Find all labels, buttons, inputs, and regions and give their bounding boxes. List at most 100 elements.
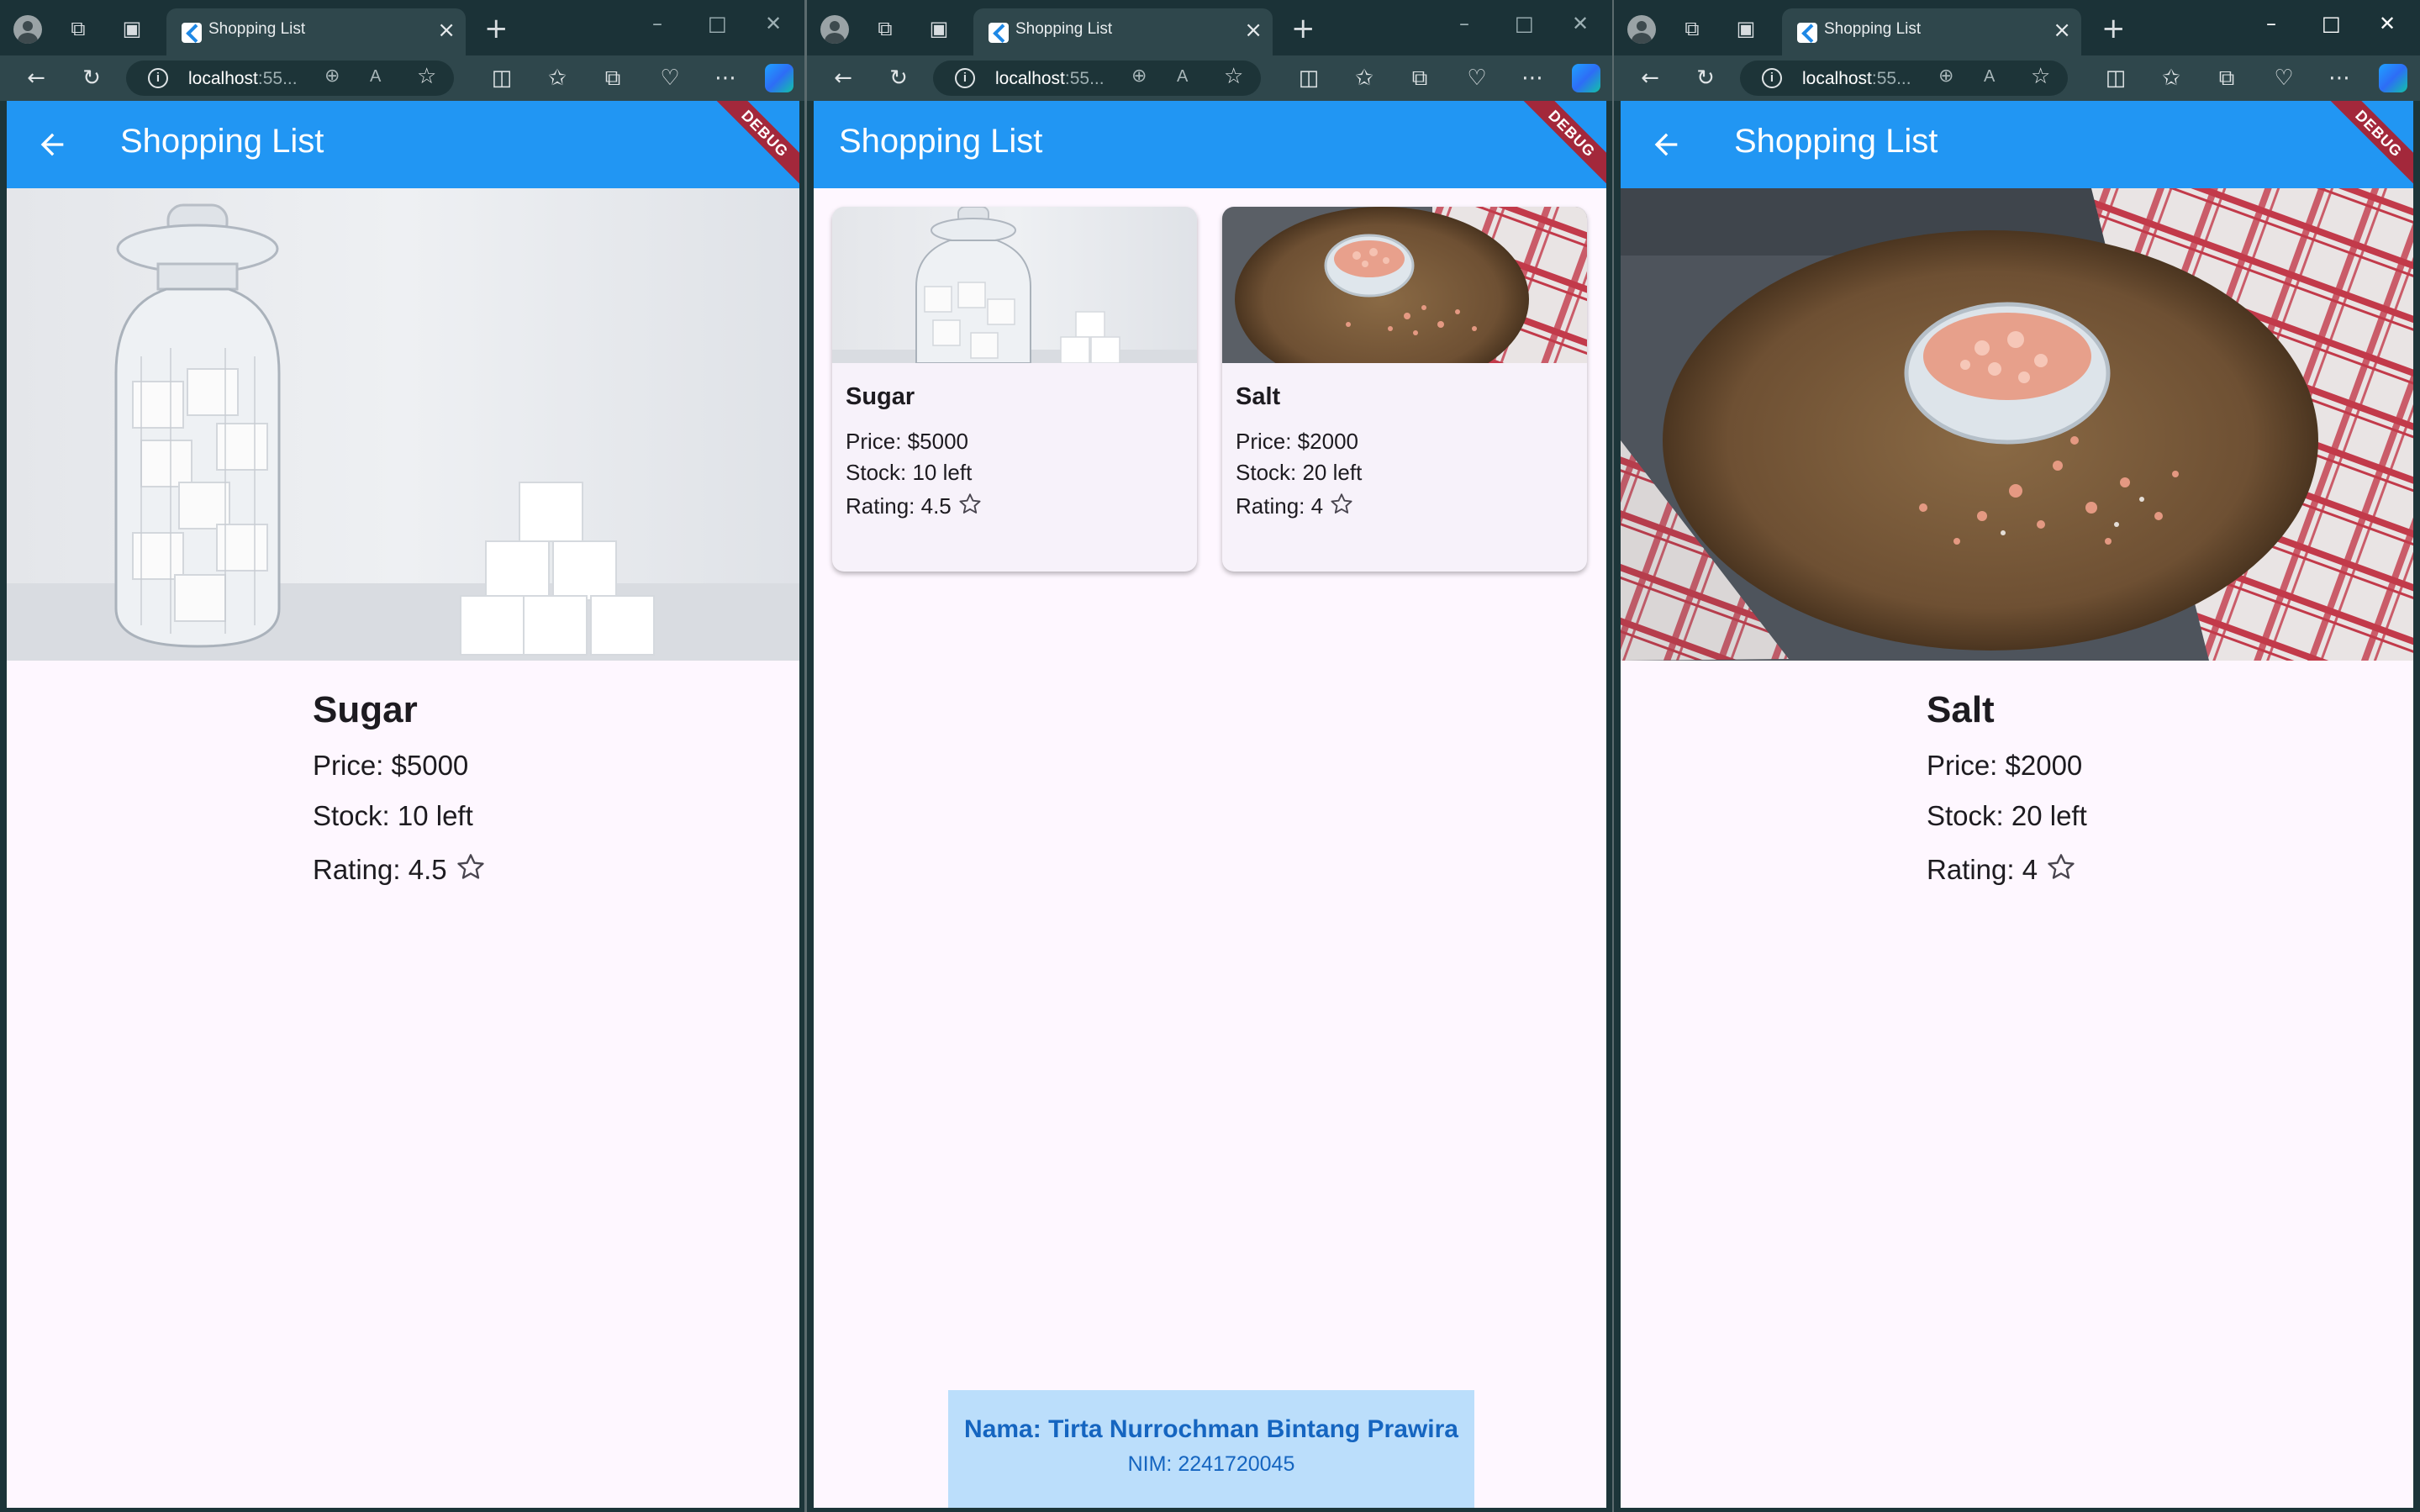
app-title: Shopping List <box>839 123 1043 160</box>
flutter-app-viewport: Shopping List DEBUG <box>7 101 799 1508</box>
collections-icon[interactable]: ⧉ <box>2214 66 2239 91</box>
split-screen-icon[interactable]: ◫ <box>489 66 514 91</box>
url-host: localhost <box>188 69 258 88</box>
browser-essentials-icon[interactable]: ♡ <box>1464 66 1489 91</box>
workspaces-icon[interactable]: ⧉ <box>66 16 91 41</box>
tab-strip: ⧉ ▣ Shopping List × + – □ ✕ <box>807 0 1613 55</box>
profile-avatar-icon[interactable] <box>820 15 849 44</box>
product-card-salt[interactable]: Salt Price: $2000 Stock: 20 left Rating:… <box>1222 207 1587 572</box>
product-price: Price: $5000 <box>846 429 968 454</box>
read-aloud-icon[interactable]: A <box>1984 67 1995 87</box>
profile-avatar-icon[interactable] <box>13 15 42 44</box>
collections-icon[interactable]: ⧉ <box>600 66 625 91</box>
product-card-sugar[interactable]: Sugar Price: $5000 Stock: 10 left Rating… <box>832 207 1197 572</box>
zoom-icon[interactable]: ⊕ <box>1938 66 1953 87</box>
back-nav-icon[interactable]: ← <box>1637 66 1663 91</box>
close-window-icon[interactable]: ✕ <box>1572 12 1589 35</box>
close-window-icon[interactable]: ✕ <box>765 12 782 35</box>
app-title: Shopping List <box>1734 123 1938 160</box>
zoom-icon[interactable]: ⊕ <box>324 66 340 87</box>
more-menu-icon[interactable]: ⋯ <box>2327 66 2352 91</box>
tab-title: Shopping List <box>208 20 306 38</box>
refresh-icon[interactable]: ↻ <box>1693 66 1718 91</box>
back-nav-icon[interactable]: ← <box>24 66 49 91</box>
new-tab-button[interactable]: + <box>484 12 509 45</box>
more-menu-icon[interactable]: ⋯ <box>1520 66 1545 91</box>
copilot-icon[interactable] <box>765 64 793 92</box>
read-aloud-icon[interactable]: A <box>1177 67 1188 87</box>
new-tab-button[interactable]: + <box>1291 12 1315 45</box>
more-menu-icon[interactable]: ⋯ <box>713 66 738 91</box>
workspaces-icon[interactable]: ⧉ <box>1679 16 1705 41</box>
browser-tab[interactable]: Shopping List × <box>166 8 466 55</box>
maximize-icon[interactable]: □ <box>1515 12 1534 35</box>
address-bar[interactable]: i localhost:55... ⊕ A ☆ <box>1740 61 2068 96</box>
product-price: Price: $2000 <box>1927 750 2083 781</box>
product-name: Sugar <box>846 383 915 410</box>
new-tab-button[interactable]: + <box>2101 12 2126 45</box>
maximize-icon[interactable]: □ <box>2322 12 2341 35</box>
favorites-icon[interactable]: ✩ <box>2159 66 2184 91</box>
favorite-star-icon[interactable]: ☆ <box>2031 64 2050 89</box>
copilot-icon[interactable] <box>2379 64 2407 92</box>
close-tab-icon[interactable]: × <box>1244 18 1263 43</box>
profile-avatar-icon[interactable] <box>1627 15 1656 44</box>
refresh-icon[interactable]: ↻ <box>886 66 911 91</box>
product-rating-row: Rating: 4.5 <box>846 491 983 519</box>
favorite-star-icon[interactable]: ☆ <box>1224 64 1243 89</box>
refresh-icon[interactable]: ↻ <box>79 66 104 91</box>
address-bar[interactable]: i localhost:55... ⊕ A ☆ <box>126 61 454 96</box>
product-price: Price: $2000 <box>1236 429 1358 454</box>
flutter-app-viewport: Shopping List DEBUG <box>814 101 1606 1508</box>
tab-strip: ⧉ ▣ Shopping List × + – □ ✕ <box>1614 0 2420 55</box>
tab-actions-icon[interactable]: ▣ <box>926 16 952 41</box>
product-rating: Rating: 4 <box>1236 493 1324 519</box>
url-host: localhost <box>995 69 1065 88</box>
arrow-left-icon[interactable] <box>35 128 69 161</box>
close-window-icon[interactable]: ✕ <box>2379 12 2396 35</box>
browser-tab[interactable]: Shopping List × <box>1782 8 2081 55</box>
minimize-icon[interactable]: – <box>1459 12 1469 35</box>
split-screen-icon[interactable]: ◫ <box>2103 66 2128 91</box>
tab-actions-icon[interactable]: ▣ <box>119 16 145 41</box>
browser-essentials-icon[interactable]: ♡ <box>2271 66 2296 91</box>
workspaces-icon[interactable]: ⧉ <box>873 16 898 41</box>
arrow-left-icon[interactable] <box>1649 128 1683 161</box>
site-info-icon[interactable]: i <box>1762 68 1782 88</box>
minimize-icon[interactable]: – <box>652 12 662 35</box>
flutter-favicon-icon <box>989 23 1009 43</box>
tab-title: Shopping List <box>1015 20 1113 38</box>
app-bar: Shopping List DEBUG <box>814 101 1606 192</box>
app-bar: Shopping List DEBUG <box>1621 101 2413 192</box>
product-name: Salt <box>1236 383 1281 410</box>
product-thumbnail-salt <box>1222 207 1587 363</box>
close-tab-icon[interactable]: × <box>437 18 456 43</box>
product-detail: Salt Price: $2000 Stock: 20 left Rating:… <box>1927 689 2087 904</box>
close-tab-icon[interactable]: × <box>2053 18 2071 43</box>
maximize-icon[interactable]: □ <box>708 12 727 35</box>
browser-toolbar: ← ↻ i localhost:55... ⊕ A ☆ ◫ ✩ ⧉ ♡ ⋯ <box>807 55 1613 101</box>
copilot-icon[interactable] <box>1572 64 1600 92</box>
favorite-star-icon[interactable]: ☆ <box>417 64 436 89</box>
product-stock: Stock: 10 left <box>846 460 973 485</box>
url-rest: :55... <box>1064 69 1105 88</box>
browser-tab[interactable]: Shopping List × <box>973 8 1273 55</box>
site-info-icon[interactable]: i <box>148 68 168 88</box>
split-screen-icon[interactable]: ◫ <box>1296 66 1321 91</box>
back-nav-icon[interactable]: ← <box>830 66 856 91</box>
zoom-icon[interactable]: ⊕ <box>1131 66 1147 87</box>
product-rating-row: Rating: 4 <box>1927 851 2087 886</box>
product-rating: Rating: 4.5 <box>846 493 952 519</box>
read-aloud-icon[interactable]: A <box>370 67 381 87</box>
favorites-icon[interactable]: ✩ <box>545 66 570 91</box>
site-info-icon[interactable]: i <box>955 68 975 88</box>
product-rating-row: Rating: 4 <box>1236 491 1355 519</box>
tab-actions-icon[interactable]: ▣ <box>1733 16 1758 41</box>
collections-icon[interactable]: ⧉ <box>1407 66 1432 91</box>
student-nim: NIM: 2241720045 <box>1127 1452 1295 1476</box>
address-bar[interactable]: i localhost:55... ⊕ A ☆ <box>933 61 1261 96</box>
favorites-icon[interactable]: ✩ <box>1352 66 1377 91</box>
browser-essentials-icon[interactable]: ♡ <box>657 66 683 91</box>
url-host: localhost <box>1802 69 1872 88</box>
minimize-icon[interactable]: – <box>2266 12 2276 35</box>
